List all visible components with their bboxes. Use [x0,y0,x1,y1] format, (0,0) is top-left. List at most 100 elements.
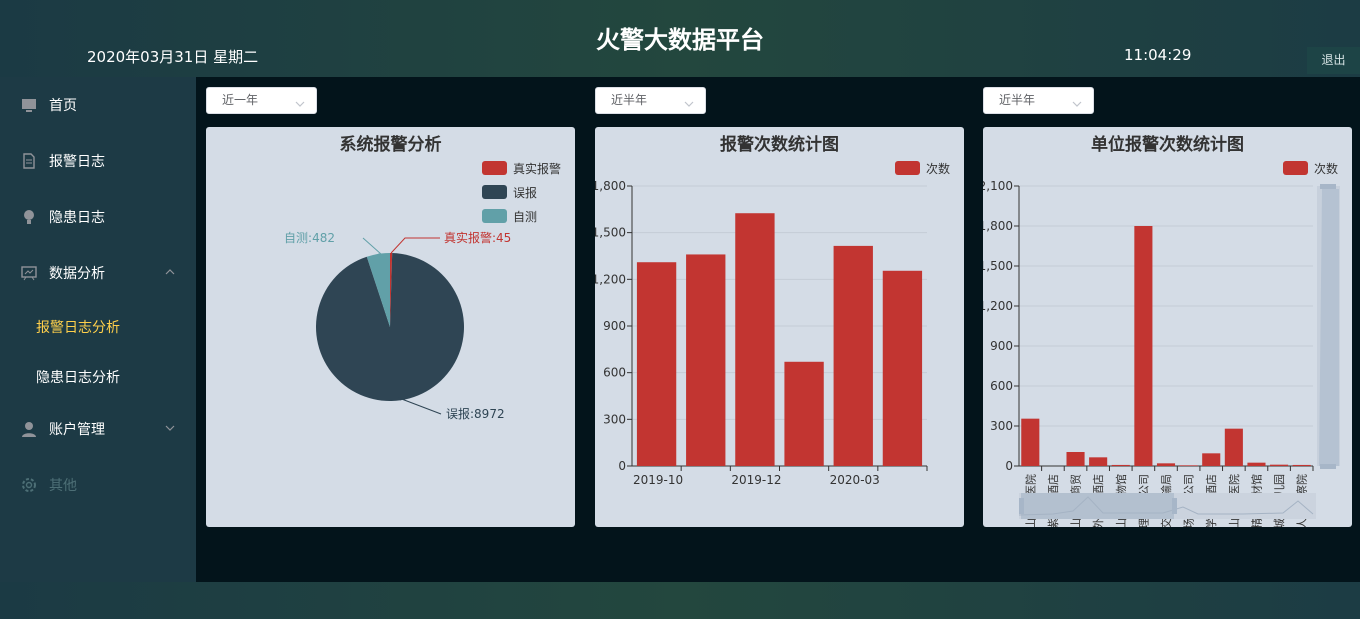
bar [1202,453,1221,466]
sidebar-item-hazard-log[interactable]: 隐患日志 [0,197,196,237]
bar [686,254,726,466]
bar [882,270,923,466]
select-value: 近半年 [611,93,648,107]
data-zoom-horizontal-handle [1172,498,1177,514]
legend-swatch [1283,161,1308,175]
chart-board-icon [20,264,38,282]
bar [1089,457,1108,466]
data-zoom-horizontal-window [1021,493,1174,519]
bar [833,245,873,466]
chevron-down-icon [1071,94,1083,119]
chevron-down-icon [294,94,306,119]
bar [1292,464,1311,466]
legend-swatch [895,161,920,175]
sidebar-item-home[interactable]: 首页 [0,85,196,125]
bar [1021,418,1040,466]
logout-button[interactable]: 退出 [1307,47,1360,74]
select-value: 近半年 [999,93,1036,107]
sidebar-item-account[interactable]: 账户管理 [0,409,196,449]
sidebar-item-label: 账户管理 [49,422,105,438]
select-value: 近一年 [222,93,259,107]
y-tick-label: 900 [990,339,1013,353]
document-icon [20,152,38,170]
y-tick-label: 300 [990,419,1013,433]
bar-chart-monthly: 次数 0 300 600 900 1,200 1,500 1,800 2019-10 2019-1… [595,161,950,487]
y-tick-label: 600 [603,366,626,380]
pie-chart: 真实报警误报自测真实报警:45 误报:8972 自测:482 [284,161,561,421]
sidebar-item-other: 其他 [0,465,196,505]
sidebar-item-label: 其他 [49,478,77,494]
period-select-2[interactable]: 近半年 [595,87,706,114]
chevron-down-icon [164,422,176,438]
sidebar-subitem-alarm-analysis[interactable]: 报警日志分析 [36,317,120,337]
legend-label: 真实报警 [513,161,561,176]
sidebar-item-label: 报警日志 [49,154,105,170]
legend-label: 自测 [513,210,537,224]
y-tick-label: 1,500 [595,226,626,240]
data-zoom-vertical-handle [1320,184,1336,189]
gear-icon [20,476,38,494]
y-tick-label: 1,200 [595,272,626,286]
chart-card-system-alarm: 系统报警分析 真实报警 误报 自测 真实报警:45 误报:8972 自测:482 [206,127,575,527]
bar-chart-units: 次数03006009001,2001,5001,8002,100江山人民医院江山… [983,161,1340,527]
bar [1179,465,1198,466]
bar [735,213,775,466]
legend-label: 次数 [926,161,950,176]
y-tick-label: 0 [1005,459,1013,473]
current-date: 2020年03月31日 星期二 [87,48,259,66]
bar [1247,462,1266,466]
period-select-1[interactable]: 近一年 [206,87,317,114]
bar [1111,464,1130,466]
x-tick-label: 2020-03 [830,473,880,487]
y-tick-label: 900 [603,319,626,333]
chevron-down-icon [683,94,695,119]
data-zoom-vertical-handle [1320,464,1336,469]
pie-label: 自测:482 [284,231,335,245]
sidebar-item-label: 隐患日志 [49,210,105,226]
y-tick-label: 600 [990,379,1013,393]
y-tick-label: 2,100 [983,179,1013,193]
bulb-icon [20,208,38,226]
sidebar: 首页 报警日志 隐患日志 数据分析 报警日志分析 隐患日志分析 账户管理 其他 [0,77,196,582]
period-select-3[interactable]: 近半年 [983,87,1094,114]
sidebar-item-label: 数据分析 [49,266,105,282]
legend-label: 次数 [1314,161,1338,176]
legend-swatch [482,185,507,199]
pie-label-line [362,237,383,255]
y-tick-label: 1,800 [983,219,1013,233]
y-tick-label: 300 [603,412,626,426]
sidebar-subitem-hazard-analysis[interactable]: 隐患日志分析 [36,367,120,387]
sidebar-item-data-analysis[interactable]: 数据分析 [0,253,196,293]
y-tick-label: 1,800 [595,179,626,193]
chevron-up-icon [164,266,176,282]
legend-swatch [482,161,507,175]
x-tick-label: 2019-12 [731,473,781,487]
pie-label-line [390,237,440,254]
main-content: 近一年 近半年 近半年 系统报警分析 真实报警 误报 自测 真实报警:45 误报:897… [196,77,1360,582]
bar [1066,452,1085,466]
bar [784,361,824,466]
bar [1224,428,1243,466]
chart-card-alarm-count: 报警次数统计图 次数 0 300 600 900 1,200 1,500 1,800 2019-… [595,127,964,527]
pie-label: 误报:8972 [446,406,505,421]
pie-label: 真实报警:45 [444,230,511,245]
data-zoom-vertical-shadow [1319,189,1339,466]
y-tick-label: 1,500 [983,259,1013,273]
header: 火警大数据平台 2020年03月31日 星期二 11:04:29 退出 [0,0,1360,77]
y-tick-label: 1,200 [983,299,1013,313]
monitor-icon [20,96,38,114]
y-tick-label: 0 [618,459,626,473]
bar [1156,463,1176,466]
data-zoom-horizontal-handle [1019,498,1024,514]
bar [1134,226,1153,466]
sidebar-item-label: 首页 [49,98,77,114]
sidebar-item-alarm-log[interactable]: 报警日志 [0,141,196,181]
user-icon [20,420,38,438]
current-time: 11:04:29 [1124,46,1192,64]
legend-label: 误报 [513,185,537,200]
bar [1270,464,1289,466]
x-tick-label: 2019-10 [633,473,683,487]
bar [636,262,677,466]
pie-label-line [397,396,442,415]
legend-swatch [482,209,507,223]
